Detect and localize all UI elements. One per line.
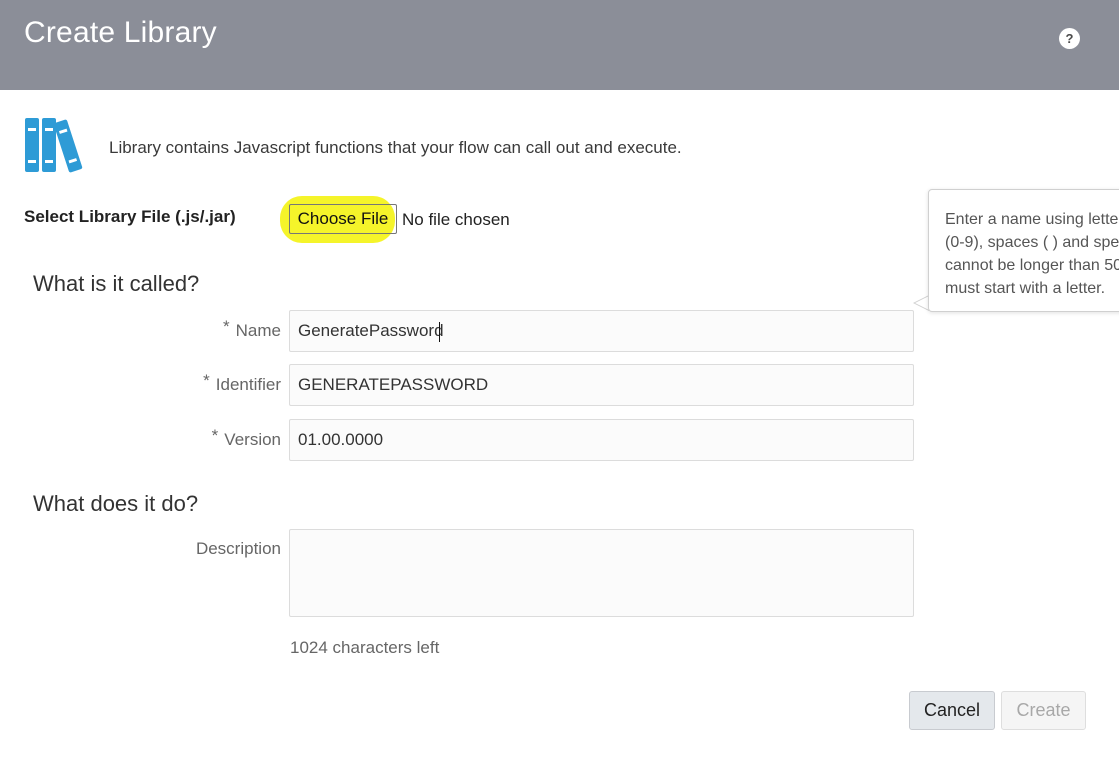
- name-label-text: Name: [235, 321, 281, 340]
- choose-file-button[interactable]: Choose File: [289, 204, 397, 234]
- required-marker: *: [203, 371, 210, 390]
- description-label: Description: [195, 539, 281, 558]
- section-heading-does: What does it do?: [33, 491, 199, 516]
- version-label-text: Version: [224, 430, 281, 449]
- description-textarea[interactable]: [289, 529, 914, 617]
- version-label: * Version: [212, 426, 281, 450]
- file-status: No file chosen: [402, 210, 510, 229]
- required-marker: *: [211, 426, 219, 445]
- chars-left-counter: 1024 characters left: [290, 638, 440, 657]
- tooltip-arrow-inner: [915, 296, 929, 310]
- cancel-button[interactable]: Cancel: [909, 691, 995, 730]
- required-marker: *: [223, 317, 230, 336]
- name-label: * Name: [223, 317, 281, 341]
- text-caret: [439, 322, 440, 342]
- identifier-input[interactable]: [289, 364, 914, 406]
- section-heading-called: What is it called?: [33, 271, 200, 296]
- help-icon[interactable]: ?: [1059, 28, 1080, 49]
- version-input[interactable]: [289, 419, 914, 461]
- dialog-header: Create Library ?: [0, 0, 1119, 90]
- tooltip-line: must start with a letter.: [945, 280, 1106, 297]
- books-icon: [25, 118, 83, 173]
- dialog-title: Create Library: [24, 16, 217, 49]
- library-file-label: Select Library File (.js/.jar): [24, 207, 236, 226]
- create-button[interactable]: Create: [1001, 691, 1086, 730]
- tooltip-line: Enter a name using letters (a-z, A-Z), n…: [945, 211, 1119, 228]
- tooltip-line: cannot be longer than 50 characters and: [945, 257, 1119, 274]
- identifier-label: * Identifier: [203, 371, 281, 395]
- tooltip-line: (0-9), spaces ( ) and special characters…: [945, 234, 1119, 251]
- name-help-tooltip: Enter a name using letters (a-z, A-Z), n…: [928, 189, 1119, 312]
- identifier-label-text: Identifier: [215, 375, 281, 394]
- intro-text: Library contains Javascript functions th…: [109, 138, 682, 157]
- name-input[interactable]: [289, 310, 914, 352]
- tooltip-text: Enter a name using letters (a-z, A-Z), n…: [945, 208, 1119, 300]
